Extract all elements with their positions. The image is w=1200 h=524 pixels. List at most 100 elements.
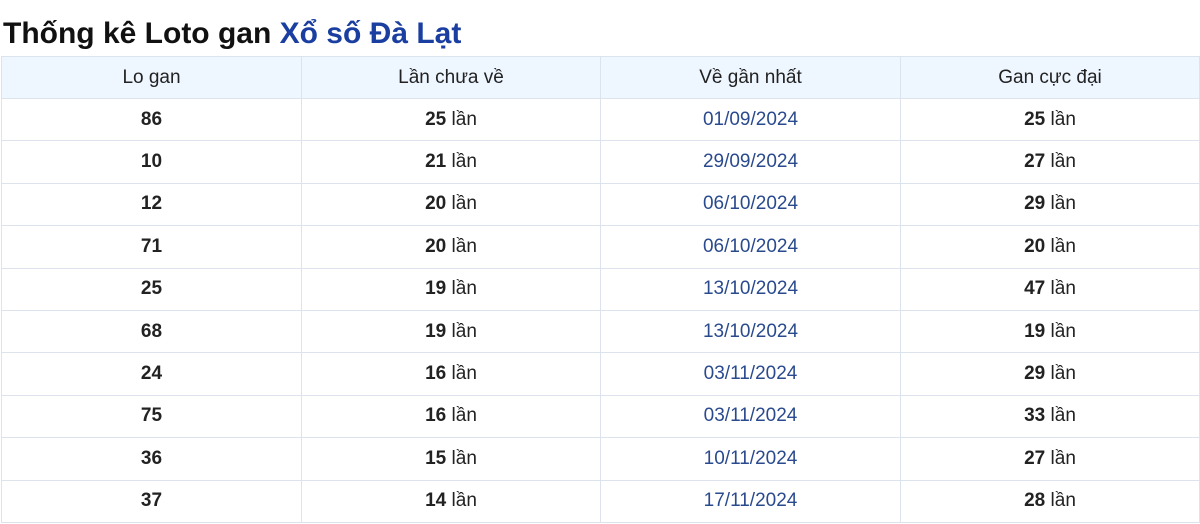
unit-label: lần <box>446 235 477 257</box>
cell-lo-gan: 86 <box>1 97 302 142</box>
unit-label: lần <box>1045 490 1076 512</box>
lo-number: 12 <box>140 193 163 215</box>
lo-number: 24 <box>140 363 163 385</box>
cell-ve-gan-nhat: 06/10/2024 <box>600 182 901 227</box>
missed-count: 20 <box>425 235 447 257</box>
cell-ve-gan-nhat: 01/09/2024 <box>600 97 901 142</box>
missed-count: 14 <box>425 490 447 512</box>
cell-ve-gan-nhat: 17/11/2024 <box>600 479 901 523</box>
cell-lan-chua-ve: 14 lần <box>301 479 601 523</box>
table-row: 10 21 lần 29/09/2024 27 lần <box>1 140 1200 184</box>
unit-label: lần <box>1045 320 1076 342</box>
max-gan-count: 25 <box>1024 108 1046 130</box>
cell-lo-gan: 68 <box>1 309 302 354</box>
cell-lan-chua-ve: 16 lần <box>301 352 601 396</box>
max-gan-count: 27 <box>1024 151 1046 173</box>
page-title-prefix: Thống kê Loto gan <box>3 17 280 50</box>
unit-label: lần <box>1045 278 1076 300</box>
unit-label: lần <box>446 405 477 427</box>
lo-number: 36 <box>140 447 163 469</box>
missed-count: 16 <box>425 405 447 427</box>
cell-lan-chua-ve: 20 lần <box>301 182 601 227</box>
max-gan-count: 33 <box>1024 405 1046 427</box>
unit-label: lần <box>1045 108 1076 130</box>
header-ve-gan-nhat: Về gần nhất <box>600 56 901 99</box>
unit-label: lần <box>446 151 477 173</box>
unit-label: lần <box>446 447 477 469</box>
unit-label: lần <box>1045 447 1076 469</box>
cell-gan-cuc-dai: 29 lần <box>900 352 1200 396</box>
cell-lo-gan: 71 <box>1 225 302 269</box>
cell-ve-gan-nhat: 13/10/2024 <box>600 309 901 354</box>
table-row: 37 14 lần 17/11/2024 28 lần <box>1 479 1200 523</box>
cell-gan-cuc-dai: 29 lần <box>900 182 1200 227</box>
cell-ve-gan-nhat: 13/10/2024 <box>600 267 901 311</box>
unit-label: lần <box>446 490 477 512</box>
unit-label: lần <box>446 320 477 342</box>
lo-number: 68 <box>140 320 163 342</box>
cell-lan-chua-ve: 19 lần <box>301 309 601 354</box>
table-row: 25 19 lần 13/10/2024 47 lần <box>1 267 1200 311</box>
table-row: 75 16 lần 03/11/2024 33 lần <box>1 394 1200 439</box>
cell-gan-cuc-dai: 19 lần <box>900 309 1200 354</box>
max-gan-count: 19 <box>1024 320 1046 342</box>
cell-ve-gan-nhat: 10/11/2024 <box>600 437 901 481</box>
cell-lo-gan: 24 <box>1 352 302 396</box>
unit-label: lần <box>1045 235 1076 257</box>
unit-label: lần <box>446 108 477 130</box>
unit-label: lần <box>1045 151 1076 173</box>
unit-label: lần <box>1045 193 1076 215</box>
unit-label: lần <box>1045 363 1076 385</box>
table-row: 68 19 lần 13/10/2024 19 lần <box>1 309 1200 354</box>
cell-ve-gan-nhat: 29/09/2024 <box>600 140 901 184</box>
cell-ve-gan-nhat: 03/11/2024 <box>600 394 901 439</box>
cell-gan-cuc-dai: 33 lần <box>900 394 1200 439</box>
lo-number: 25 <box>140 278 163 300</box>
loto-gan-table: Lo gan Lần chưa về Về gần nhất Gan cực đ… <box>1 56 1200 523</box>
lo-number: 71 <box>140 235 163 257</box>
cell-lan-chua-ve: 25 lần <box>301 97 601 142</box>
max-gan-count: 29 <box>1024 363 1046 385</box>
cell-gan-cuc-dai: 27 lần <box>900 140 1200 184</box>
cell-lo-gan: 10 <box>1 140 302 184</box>
missed-count: 20 <box>425 193 447 215</box>
cell-lo-gan: 75 <box>1 394 302 439</box>
table-row: 12 20 lần 06/10/2024 29 lần <box>1 182 1200 227</box>
page-title: Thống kê Loto gan Xổ số Đà Lạt <box>0 0 1200 56</box>
unit-label: lần <box>1045 405 1076 427</box>
cell-gan-cuc-dai: 25 lần <box>900 97 1200 142</box>
missed-count: 16 <box>425 363 447 385</box>
cell-lo-gan: 12 <box>1 182 302 227</box>
cell-lan-chua-ve: 16 lần <box>301 394 601 439</box>
unit-label: lần <box>446 363 477 385</box>
missed-count: 21 <box>425 151 447 173</box>
max-gan-count: 27 <box>1024 447 1046 469</box>
missed-count: 19 <box>425 278 447 300</box>
header-lan-chua-ve: Lần chưa về <box>301 56 601 99</box>
max-gan-count: 28 <box>1024 490 1046 512</box>
cell-lan-chua-ve: 19 lần <box>301 267 601 311</box>
max-gan-count: 29 <box>1024 193 1046 215</box>
cell-lan-chua-ve: 21 lần <box>301 140 601 184</box>
cell-lan-chua-ve: 15 lần <box>301 437 601 481</box>
missed-count: 19 <box>425 320 447 342</box>
lo-number: 10 <box>140 151 163 173</box>
lottery-link[interactable]: Xổ số Đà Lạt <box>280 17 462 50</box>
max-gan-count: 47 <box>1024 278 1046 300</box>
cell-lan-chua-ve: 20 lần <box>301 225 601 269</box>
cell-gan-cuc-dai: 28 lần <box>900 479 1200 523</box>
lo-number: 37 <box>140 490 163 512</box>
max-gan-count: 20 <box>1024 235 1046 257</box>
lo-number: 75 <box>140 405 163 427</box>
cell-lo-gan: 36 <box>1 437 302 481</box>
cell-gan-cuc-dai: 20 lần <box>900 225 1200 269</box>
cell-lo-gan: 25 <box>1 267 302 311</box>
table-row: 86 25 lần 01/09/2024 25 lần <box>1 97 1200 142</box>
header-gan-cuc-dai: Gan cực đại <box>900 56 1200 99</box>
unit-label: lần <box>446 193 477 215</box>
table-header-row: Lo gan Lần chưa về Về gần nhất Gan cực đ… <box>1 56 1200 99</box>
header-lo-gan: Lo gan <box>1 56 302 99</box>
missed-count: 15 <box>425 447 447 469</box>
table-row: 24 16 lần 03/11/2024 29 lần <box>1 352 1200 396</box>
lo-number: 86 <box>140 108 163 130</box>
